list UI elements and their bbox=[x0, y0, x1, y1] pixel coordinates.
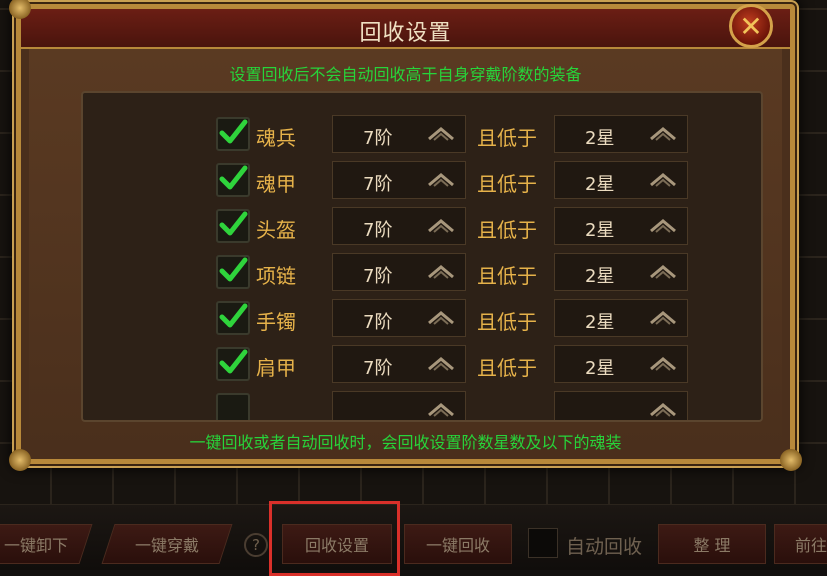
auto-recycle-label: 自动回收 bbox=[566, 536, 643, 558]
and-below-label: 且低于 bbox=[477, 310, 537, 334]
slot-label: 头盔 bbox=[256, 218, 296, 242]
checkmark-icon bbox=[218, 163, 248, 197]
info-text-top: 设置回收后不会自动回收高于自身穿戴阶数的装备 bbox=[229, 65, 582, 84]
chevron-up-icon bbox=[428, 173, 454, 187]
tier-selector[interactable]: 7阶 bbox=[332, 253, 466, 291]
info-text-bottom: 一键回收或者自动回收时，会回收设置阶数星数及以下的魂装 bbox=[189, 433, 622, 452]
star-selector[interactable]: 2星 bbox=[554, 161, 688, 199]
slot-checkbox[interactable] bbox=[216, 163, 250, 197]
close-button[interactable]: ✕ bbox=[729, 4, 773, 48]
auto-recycle-checkbox[interactable] bbox=[528, 528, 558, 558]
checkmark-icon bbox=[218, 347, 248, 381]
chevron-up-icon bbox=[428, 311, 454, 325]
chevron-up-icon bbox=[650, 219, 676, 233]
settings-row bbox=[83, 389, 761, 420]
settings-row: 手镯 7阶 且低于 2星 bbox=[83, 297, 761, 339]
slot-checkbox[interactable] bbox=[216, 117, 250, 151]
tier-value: 7阶 bbox=[363, 174, 393, 195]
goto-button[interactable]: 前往 bbox=[774, 524, 827, 564]
chevron-up-icon bbox=[428, 127, 454, 141]
chevron-up-icon bbox=[650, 173, 676, 187]
tier-value: 7阶 bbox=[363, 220, 393, 241]
slot-checkbox[interactable] bbox=[216, 393, 250, 420]
star-value: 2星 bbox=[585, 174, 615, 195]
star-value: 2星 bbox=[585, 358, 615, 379]
star-selector[interactable] bbox=[554, 391, 688, 420]
tier-selector[interactable]: 7阶 bbox=[332, 207, 466, 245]
dialog-title: 回收设置 bbox=[359, 21, 452, 46]
chevron-up-icon bbox=[650, 403, 676, 417]
recycle-settings-dialog: 回收设置 ✕ 设置回收后不会自动回收高于自身穿戴阶数的装备 魂兵 7阶 且低于 2星魂… bbox=[9, 0, 802, 471]
star-value: 2星 bbox=[585, 266, 615, 287]
equip-all-button[interactable]: 一键穿戴 bbox=[101, 524, 233, 564]
close-icon: ✕ bbox=[739, 9, 763, 43]
slot-label: 魂甲 bbox=[256, 172, 296, 196]
star-selector[interactable]: 2星 bbox=[554, 345, 688, 383]
settings-row: 魂兵 7阶 且低于 2星 bbox=[83, 113, 761, 155]
tier-selector[interactable]: 7阶 bbox=[332, 345, 466, 383]
slot-label: 项链 bbox=[256, 264, 296, 288]
chevron-up-icon bbox=[428, 403, 454, 417]
chevron-up-icon bbox=[650, 265, 676, 279]
tier-value: 7阶 bbox=[363, 358, 393, 379]
tier-selector[interactable] bbox=[332, 391, 466, 420]
tier-selector[interactable]: 7阶 bbox=[332, 115, 466, 153]
star-value: 2星 bbox=[585, 220, 615, 241]
star-selector[interactable]: 2星 bbox=[554, 299, 688, 337]
checkmark-icon bbox=[218, 255, 248, 289]
tier-value: 7阶 bbox=[363, 312, 393, 333]
highlight-box bbox=[269, 501, 400, 576]
recycle-all-button[interactable]: 一键回收 bbox=[404, 524, 512, 564]
and-below-label: 且低于 bbox=[477, 126, 537, 150]
tier-selector[interactable]: 7阶 bbox=[332, 299, 466, 337]
unequip-all-button[interactable]: 一键卸下 bbox=[0, 524, 93, 564]
chevron-up-icon bbox=[428, 357, 454, 371]
star-value: 2星 bbox=[585, 128, 615, 149]
slot-label: 魂兵 bbox=[256, 126, 296, 150]
title-bar: 回收设置 bbox=[21, 9, 790, 49]
settings-row: 肩甲 7阶 且低于 2星 bbox=[83, 343, 761, 385]
tier-value: 7阶 bbox=[363, 128, 393, 149]
slot-label: 手镯 bbox=[256, 310, 296, 334]
tier-selector[interactable]: 7阶 bbox=[332, 161, 466, 199]
slot-checkbox[interactable] bbox=[216, 347, 250, 381]
checkmark-icon bbox=[218, 301, 248, 335]
settings-row: 魂甲 7阶 且低于 2星 bbox=[83, 159, 761, 201]
help-icon[interactable]: ? bbox=[244, 533, 268, 557]
settings-list[interactable]: 魂兵 7阶 且低于 2星 魂甲 7阶 且低于 2星 头盔 7阶 且低于 2星 项链 7阶 且低于 2星 手镯 7阶… bbox=[81, 91, 763, 422]
checkmark-icon bbox=[218, 117, 248, 151]
and-below-label: 且低于 bbox=[477, 172, 537, 196]
settings-row: 项链 7阶 且低于 2星 bbox=[83, 251, 761, 293]
slot-label: 肩甲 bbox=[256, 356, 296, 380]
star-selector[interactable]: 2星 bbox=[554, 253, 688, 291]
star-value: 2星 bbox=[585, 312, 615, 333]
slot-checkbox[interactable] bbox=[216, 255, 250, 289]
star-selector[interactable]: 2星 bbox=[554, 115, 688, 153]
chevron-up-icon bbox=[650, 311, 676, 325]
and-below-label: 且低于 bbox=[477, 356, 537, 380]
chevron-up-icon bbox=[428, 219, 454, 233]
tier-value: 7阶 bbox=[363, 266, 393, 287]
chevron-up-icon bbox=[428, 265, 454, 279]
star-selector[interactable]: 2星 bbox=[554, 207, 688, 245]
settings-row: 头盔 7阶 且低于 2星 bbox=[83, 205, 761, 247]
chevron-up-icon bbox=[650, 357, 676, 371]
chevron-up-icon bbox=[650, 127, 676, 141]
sort-button[interactable]: 整 理 bbox=[658, 524, 766, 564]
and-below-label: 且低于 bbox=[477, 218, 537, 242]
checkmark-icon bbox=[218, 209, 248, 243]
and-below-label: 且低于 bbox=[477, 264, 537, 288]
slot-checkbox[interactable] bbox=[216, 209, 250, 243]
slot-checkbox[interactable] bbox=[216, 301, 250, 335]
